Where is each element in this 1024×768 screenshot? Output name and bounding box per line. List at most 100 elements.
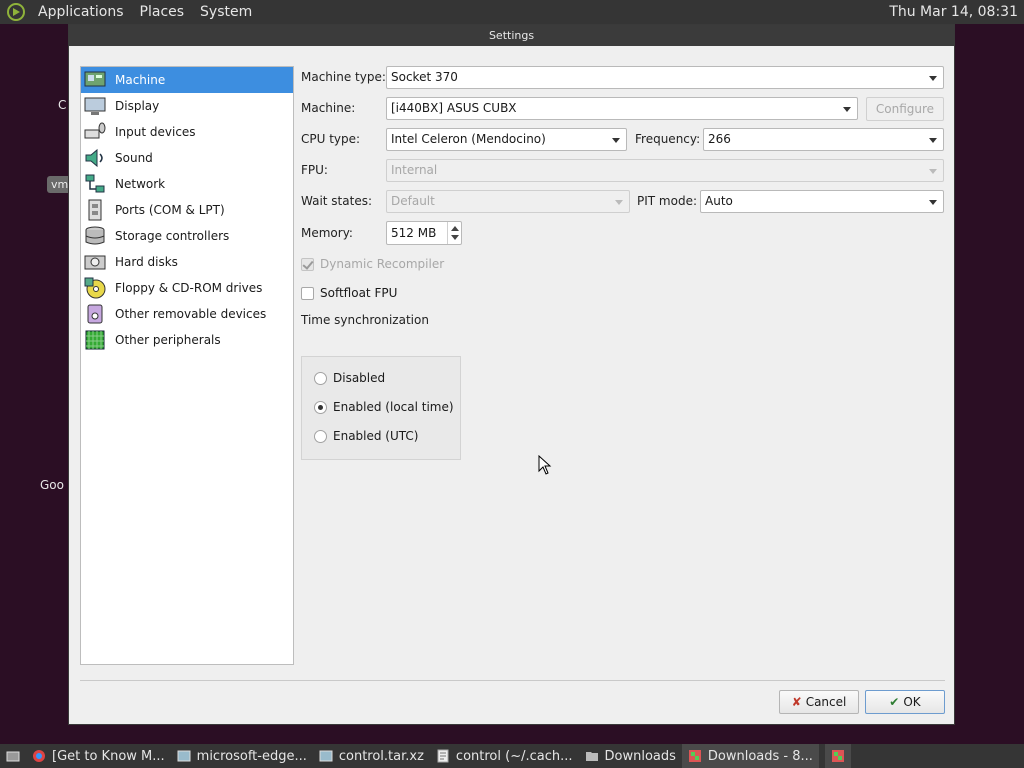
cancel-x-icon: ✘ [791, 695, 802, 709]
input-devices-icon [83, 120, 107, 144]
radio-dot [314, 400, 327, 414]
dynamic-recompiler-label: Dynamic Recompiler [320, 257, 445, 271]
taskbar-item-archive[interactable]: control.tar.xz [313, 744, 430, 768]
machine-type-value: Socket 370 [391, 70, 458, 84]
cancel-label: Cancel [805, 695, 847, 709]
taskbar-item-downloads[interactable]: Downloads [579, 744, 682, 768]
frequency-value: 266 [708, 132, 731, 146]
dynamic-recompiler-checkbox[interactable]: Dynamic Recompiler [301, 257, 444, 271]
wait-states-select[interactable]: Default [386, 190, 630, 213]
machine-type-select[interactable]: Socket 370 [386, 66, 944, 89]
spin-down-icon[interactable] [451, 235, 459, 240]
taskbar-item-emulator-settings[interactable] [824, 744, 851, 768]
sidebar-item-storage-controllers[interactable]: Storage controllers [81, 223, 293, 249]
taskbar-item-label: microsoft-edge... [196, 748, 307, 764]
emulator-icon [831, 750, 844, 762]
sound-icon [83, 146, 107, 170]
archive-icon [319, 750, 333, 762]
memory-value: 512 MB [391, 226, 437, 240]
time-sync-disabled-radio[interactable]: Disabled [314, 371, 385, 385]
chevron-down-icon [843, 107, 851, 112]
radio-dot [314, 371, 327, 385]
sidebar-item-label: Other peripherals [115, 333, 221, 347]
cancel-button[interactable]: ✘ Cancel [779, 690, 859, 714]
sidebar-item-machine[interactable]: Machine [81, 67, 293, 93]
sidebar-item-label: Storage controllers [115, 229, 230, 243]
machine-settings-panel: Machine type: Socket 370 Machine: [i440B… [301, 66, 946, 666]
wait-states-label: Wait states: [301, 194, 372, 208]
desktop-google-label[interactable]: Goo [40, 478, 64, 492]
ok-label: OK [903, 695, 921, 709]
dialog-title[interactable]: Settings [69, 25, 954, 46]
cpu-type-value: Intel Celeron (Mendocino) [391, 132, 546, 146]
ok-button[interactable]: ✔ OK [865, 690, 945, 714]
time-sync-utc-radio[interactable]: Enabled (UTC) [314, 429, 418, 443]
cpu-type-label: CPU type: [301, 132, 361, 146]
taskbar-item-label: control (~/.cach... [455, 748, 573, 764]
taskbar-item-label: control.tar.xz [338, 748, 424, 764]
system-menu[interactable]: System [192, 0, 260, 24]
settings-dialog: Settings Machine Display Input devices S… [68, 24, 955, 725]
pit-mode-select[interactable]: Auto [700, 190, 944, 213]
time-sync-group: Disabled Enabled (local time) Enabled (U… [301, 356, 461, 460]
taskbar-item-emulator[interactable]: Downloads - 8... [681, 744, 819, 768]
folder-icon [585, 752, 598, 761]
sidebar-item-removable-devices[interactable]: Other removable devices [81, 301, 293, 327]
spin-up-icon[interactable] [451, 226, 459, 231]
radio-label: Enabled (local time) [333, 400, 454, 414]
memory-label: Memory: [301, 226, 353, 240]
sidebar-item-label: Display [115, 99, 160, 113]
browser-icon [33, 750, 45, 762]
sidebar-item-label: Sound [115, 151, 153, 165]
fpu-value: Internal [391, 163, 438, 177]
taskbar-item-editor[interactable]: control (~/.cach... [430, 744, 579, 768]
ok-check-icon: ✔ [889, 695, 900, 709]
removable-devices-icon [83, 302, 107, 326]
peripherals-icon [83, 328, 107, 352]
sidebar-item-input-devices[interactable]: Input devices [81, 119, 293, 145]
distro-logo-icon[interactable] [6, 2, 26, 22]
hard-disks-icon [83, 250, 107, 274]
sidebar-item-hard-disks[interactable]: Hard disks [81, 249, 293, 275]
radio-dot [314, 429, 327, 443]
mouse-pointer-icon [538, 455, 552, 475]
top-panel: Applications Places System Thu Mar 14, 0… [0, 0, 1024, 24]
taskbar: [Get to Know M... microsoft-edge... cont… [0, 744, 1024, 768]
show-desktop-button[interactable] [0, 744, 26, 768]
sidebar-item-label: Ports (COM & LPT) [115, 203, 225, 217]
dialog-separator [80, 680, 945, 681]
package-icon [177, 750, 191, 762]
sidebar-item-other-peripherals[interactable]: Other peripherals [81, 327, 293, 353]
show-desktop-icon [6, 751, 20, 762]
time-sync-local-radio[interactable]: Enabled (local time) [314, 400, 454, 414]
fpu-select[interactable]: Internal [386, 159, 944, 182]
memory-spinbox[interactable]: 512 MB [386, 221, 462, 245]
chevron-down-icon [615, 200, 623, 205]
settings-sidebar: Machine Display Input devices Sound Netw… [80, 66, 294, 665]
clock[interactable]: Thu Mar 14, 08:31 [889, 4, 1024, 20]
sidebar-item-display[interactable]: Display [81, 93, 293, 119]
configure-button[interactable]: Configure [866, 97, 944, 121]
display-icon [83, 94, 107, 118]
places-menu[interactable]: Places [132, 0, 193, 24]
sidebar-item-sound[interactable]: Sound [81, 145, 293, 171]
pit-mode-label: PIT mode: [637, 194, 697, 208]
chevron-down-icon [929, 169, 937, 174]
taskbar-item-label: Downloads - 8... [707, 748, 813, 764]
frequency-select[interactable]: 266 [703, 128, 944, 151]
sidebar-item-floppy-cdrom[interactable]: Floppy & CD-ROM drives [81, 275, 293, 301]
machine-select[interactable]: [i440BX] ASUS CUBX [386, 97, 858, 120]
checkbox-box [301, 286, 314, 300]
cpu-type-select[interactable]: Intel Celeron (Mendocino) [386, 128, 627, 151]
taskbar-item-browser[interactable]: [Get to Know M... [26, 744, 171, 768]
desktop-icon-label[interactable]: C [58, 98, 66, 112]
machine-icon [83, 68, 107, 92]
sidebar-item-network[interactable]: Network [81, 171, 293, 197]
sidebar-item-ports[interactable]: Ports (COM & LPT) [81, 197, 293, 223]
ports-icon [83, 198, 107, 222]
spin-arrows[interactable] [447, 222, 461, 244]
applications-menu[interactable]: Applications [30, 0, 132, 24]
machine-type-label: Machine type: [301, 70, 386, 84]
softfloat-fpu-checkbox[interactable]: Softfloat FPU [301, 286, 397, 300]
taskbar-item-package[interactable]: microsoft-edge... [171, 744, 313, 768]
